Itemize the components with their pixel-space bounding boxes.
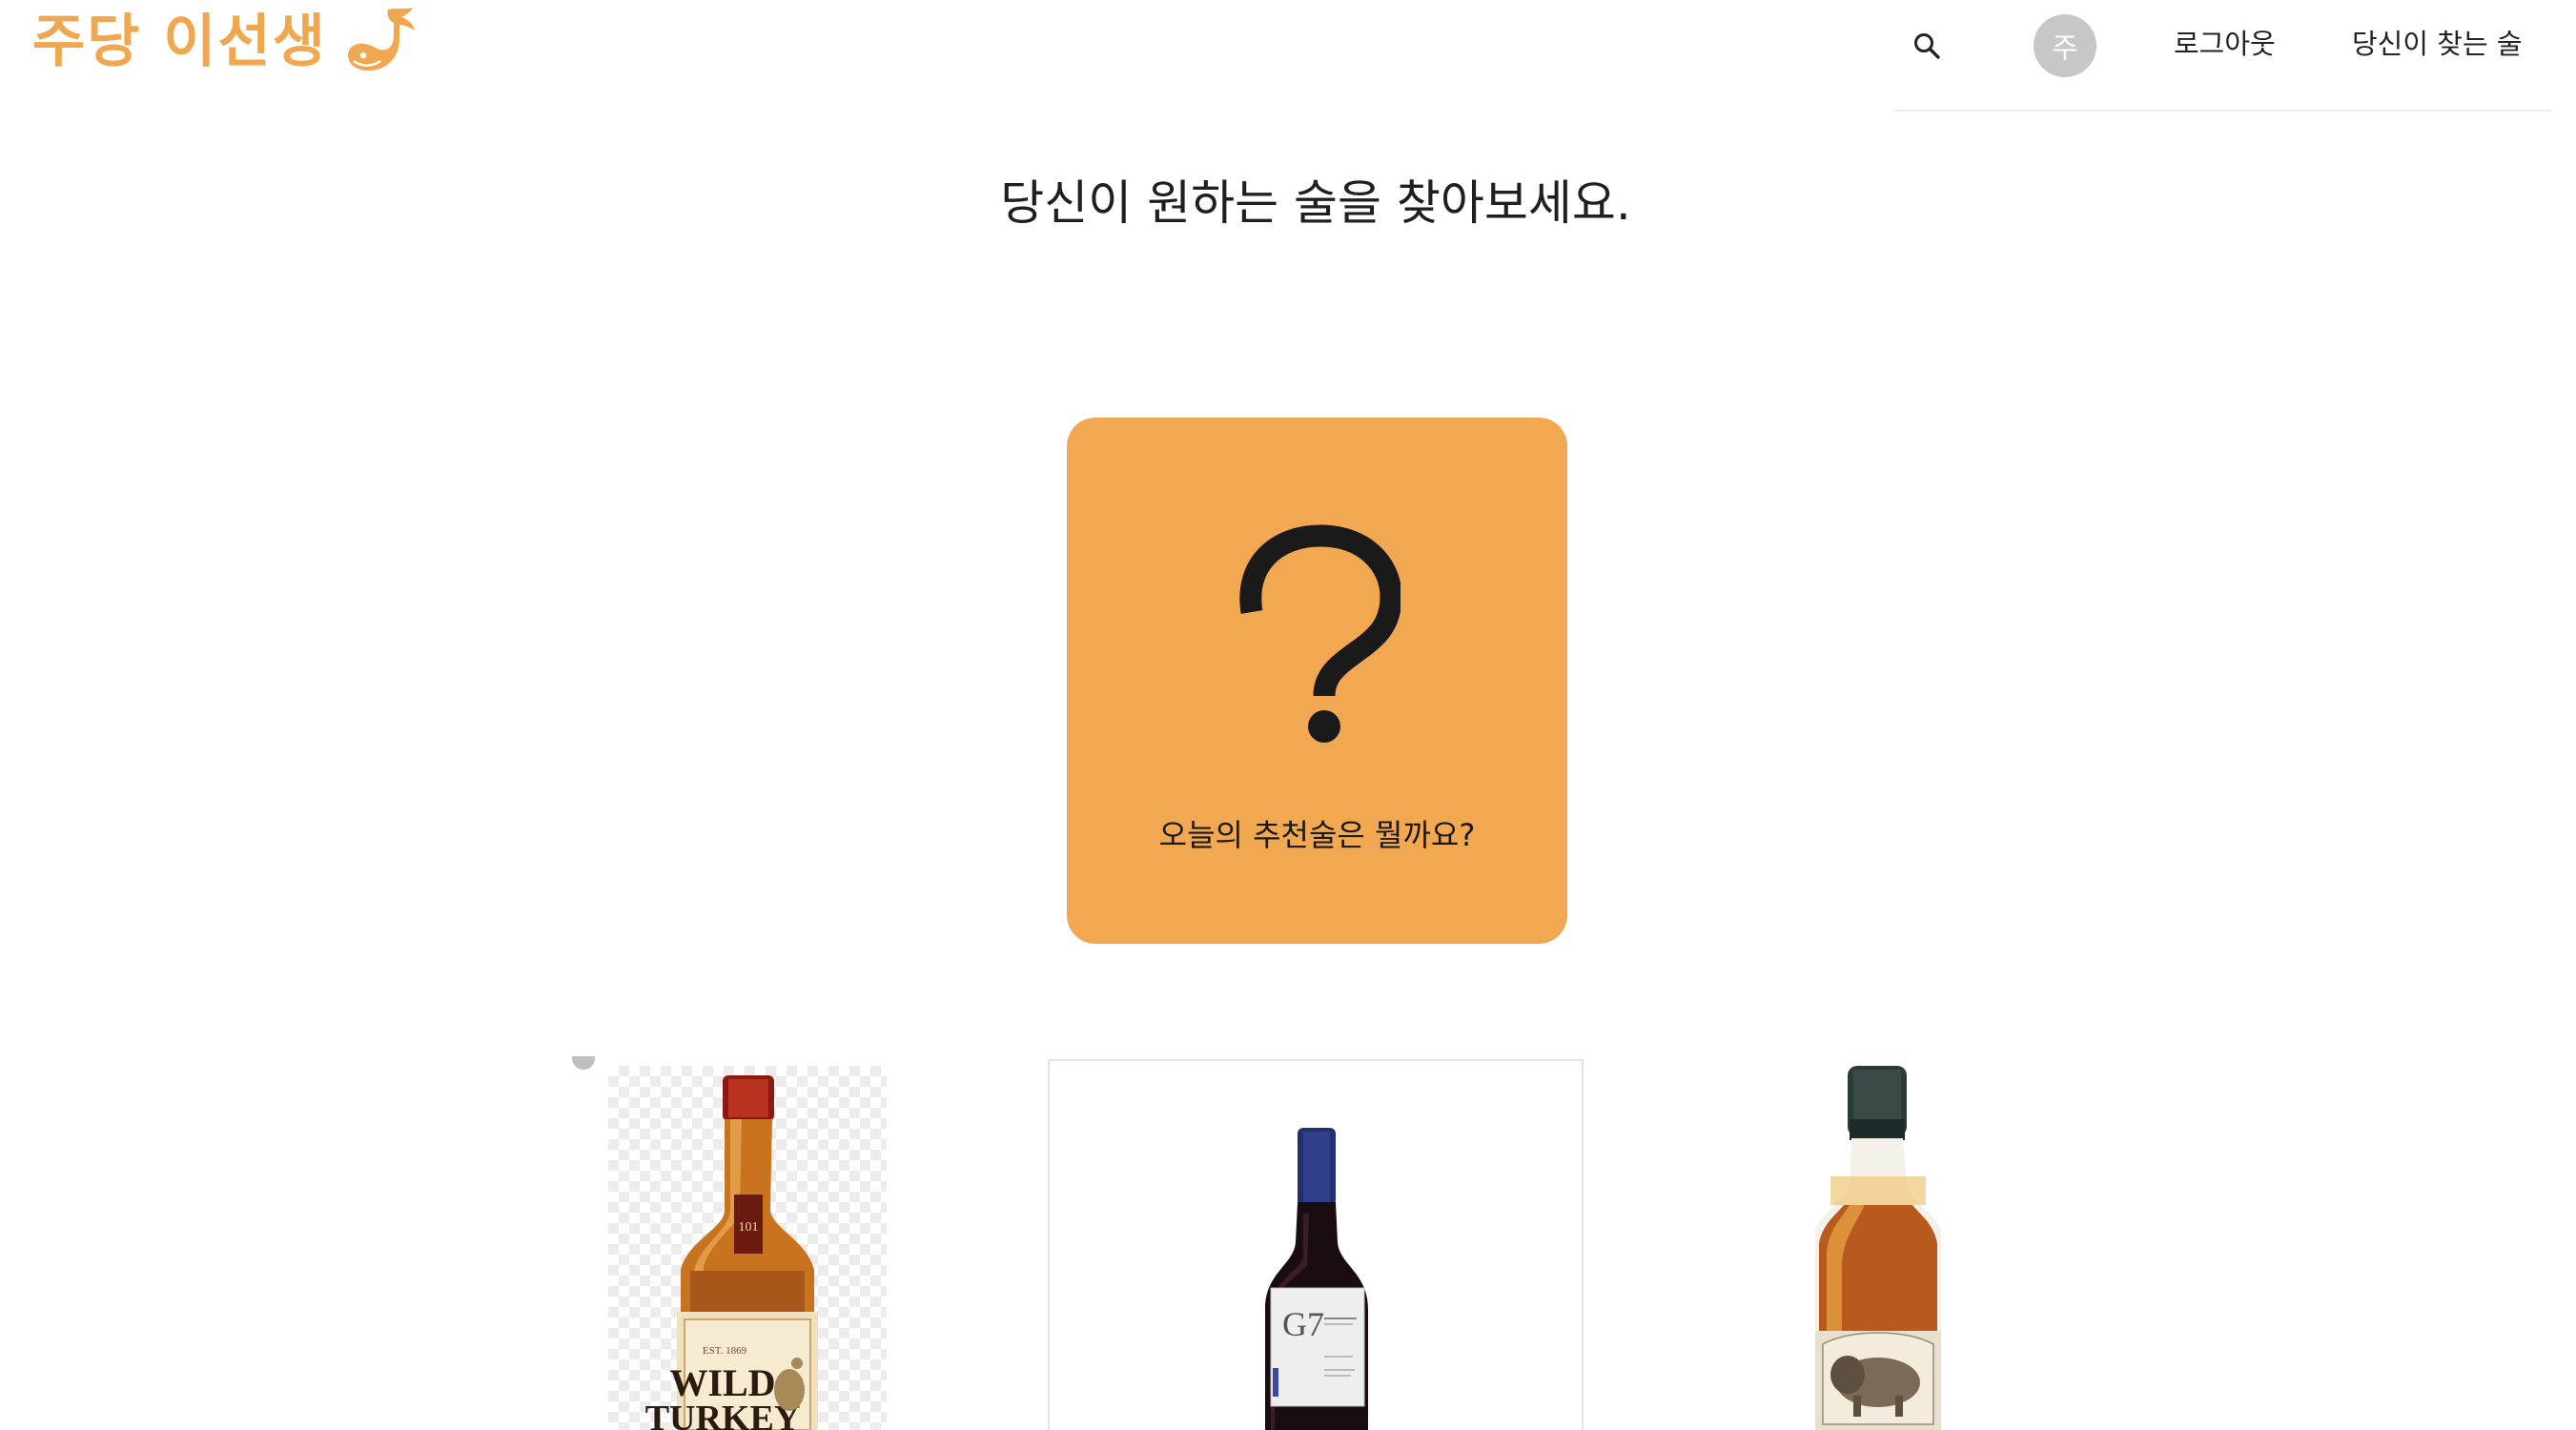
- whale-icon: [347, 8, 415, 72]
- page-headline: 당신이 원하는 술을 찾아보세요.: [1000, 175, 1631, 231]
- g7-wine-bottle-image: G7: [1265, 1128, 1368, 1430]
- product-card-buffalo-trace[interactable]: [1773, 1062, 1993, 1430]
- logout-link[interactable]: 로그아웃: [2174, 25, 2276, 63]
- product-card-g7-wine[interactable]: G7: [1048, 1059, 1584, 1430]
- search-button[interactable]: [1908, 27, 1946, 65]
- product-card-wild-turkey[interactable]: 101 EST. 1869 WILD TURKEY: [608, 1066, 887, 1430]
- avatar[interactable]: 주: [2034, 14, 2096, 77]
- wine-label-text: G7: [1282, 1305, 1324, 1343]
- nav-find-drinks-link[interactable]: 당신이 찾는 술: [2352, 25, 2523, 63]
- question-mark-icon: [1239, 524, 1400, 743]
- image-corner-marker: [572, 1056, 595, 1070]
- brand-logo[interactable]: 주당 이선생: [32, 6, 422, 78]
- neck-label-text: 101: [739, 1220, 759, 1235]
- svg-text:EST. 1869: EST. 1869: [703, 1345, 747, 1357]
- header-divider: [1893, 110, 2551, 112]
- buffalo-trace-bottle-image: [1815, 1066, 1941, 1430]
- search-icon: [1914, 33, 1940, 59]
- wild-turkey-bottle-image: 101 EST. 1869 WILD TURKEY: [645, 1075, 818, 1430]
- brand-name: 주당 이선생: [32, 9, 327, 75]
- recommendation-caption: 오늘의 추천술은 뭘까요?: [1158, 817, 1476, 853]
- recommendation-card[interactable]: 오늘의 추천술은 뭘까요?: [1067, 418, 1567, 944]
- label-line-2: TURKEY: [645, 1399, 801, 1430]
